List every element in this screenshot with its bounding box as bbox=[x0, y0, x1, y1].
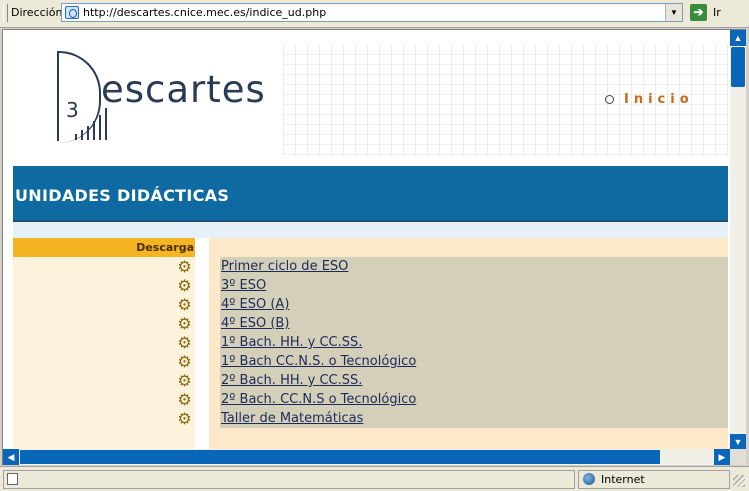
browser-viewport: 3 escartes Inicio UNIDADES DIDÁCTICAS De… bbox=[2, 29, 746, 465]
resize-grip-icon[interactable] bbox=[733, 475, 745, 487]
unit-link[interactable]: 2º Bach. HH. y CC.SS. bbox=[221, 373, 362, 388]
vertical-scroll-thumb[interactable] bbox=[731, 47, 745, 87]
unit-link[interactable]: Taller de Matemáticas bbox=[221, 411, 363, 426]
address-label: Dirección bbox=[11, 6, 63, 19]
page-title: UNIDADES DIDÁCTICAS bbox=[15, 186, 230, 205]
address-input[interactable]: http://descartes.cnice.mec.es/indice_ud.… bbox=[61, 3, 683, 22]
scroll-right-icon[interactable]: ▶ bbox=[714, 449, 730, 465]
gear-icon[interactable]: ⚙ bbox=[176, 410, 193, 427]
unit-link[interactable]: 3º ESO bbox=[221, 278, 266, 293]
scroll-up-icon[interactable]: ▲ bbox=[730, 30, 746, 46]
download-header: Descarga bbox=[13, 238, 195, 257]
units-list: Primer ciclo de ESO 3º ESO 4º ESO (A) 4º… bbox=[220, 257, 728, 428]
horizontal-scrollbar[interactable]: ◀ ▶ bbox=[3, 449, 730, 465]
inicio-label[interactable]: Inicio bbox=[624, 92, 694, 107]
gear-icon[interactable]: ⚙ bbox=[176, 277, 193, 294]
unit-link[interactable]: 1º Bach CC.N.S. o Tecnológico bbox=[221, 354, 416, 369]
scroll-left-icon[interactable]: ◀ bbox=[3, 449, 19, 465]
unit-link[interactable]: 1º Bach. HH. y CC.SS. bbox=[221, 335, 362, 350]
gear-icon[interactable]: ⚙ bbox=[176, 391, 193, 408]
download-header-label: Descarga bbox=[136, 241, 194, 254]
section-title-bar: UNIDADES DIDÁCTICAS bbox=[13, 166, 728, 222]
gear-icon[interactable]: ⚙ bbox=[176, 334, 193, 351]
bullet-circle-icon bbox=[605, 95, 614, 104]
scrollbar-corner bbox=[730, 449, 746, 465]
site-banner: 3 escartes Inicio bbox=[13, 40, 728, 162]
page-content: 3 escartes Inicio UNIDADES DIDÁCTICAS De… bbox=[3, 30, 730, 449]
vertical-scrollbar[interactable]: ▲ ▼ bbox=[730, 30, 746, 465]
logo-digit: 3 bbox=[66, 98, 79, 122]
page-icon bbox=[7, 473, 18, 485]
divider-strip bbox=[13, 222, 728, 238]
horizontal-scroll-thumb[interactable] bbox=[20, 450, 660, 464]
go-label[interactable]: Ir bbox=[713, 6, 721, 19]
gear-icon[interactable]: ⚙ bbox=[176, 353, 193, 370]
go-arrow-icon[interactable]: ➔ bbox=[690, 4, 707, 21]
security-zone-panel: Internet bbox=[578, 470, 730, 489]
unit-link[interactable]: 4º ESO (A) bbox=[221, 297, 289, 312]
globe-icon bbox=[583, 473, 595, 485]
download-column: Descarga ⚙ ⚙ ⚙ ⚙ ⚙ ⚙ ⚙ ⚙ ⚙ bbox=[13, 238, 195, 449]
unit-link[interactable]: 4º ESO (B) bbox=[221, 316, 289, 331]
page-favicon-icon bbox=[65, 6, 79, 19]
gear-icon[interactable]: ⚙ bbox=[176, 315, 193, 332]
address-url[interactable]: http://descartes.cnice.mec.es/indice_ud.… bbox=[83, 6, 326, 19]
gear-icon[interactable]: ⚙ bbox=[176, 296, 193, 313]
units-column: Primer ciclo de ESO 3º ESO 4º ESO (A) 4º… bbox=[209, 238, 728, 449]
unit-link[interactable]: 2º Bach. CC.N.S o Tecnológico bbox=[221, 392, 416, 407]
zone-label: Internet bbox=[601, 473, 645, 486]
status-text-panel bbox=[3, 470, 575, 489]
address-dropdown-icon[interactable]: ▼ bbox=[665, 4, 682, 21]
scroll-down-icon[interactable]: ▼ bbox=[730, 434, 746, 450]
gear-icon[interactable]: ⚙ bbox=[176, 258, 193, 275]
go-button[interactable]: ➔ Ir bbox=[690, 4, 742, 22]
address-bar: Dirección http://descartes.cnice.mec.es/… bbox=[0, 0, 749, 28]
status-bar: Internet bbox=[0, 466, 749, 491]
toolbar-grip[interactable] bbox=[3, 4, 8, 22]
gear-icon[interactable]: ⚙ bbox=[176, 372, 193, 389]
logo-text: escartes bbox=[101, 68, 266, 111]
unit-link[interactable]: Primer ciclo de ESO bbox=[221, 259, 348, 274]
